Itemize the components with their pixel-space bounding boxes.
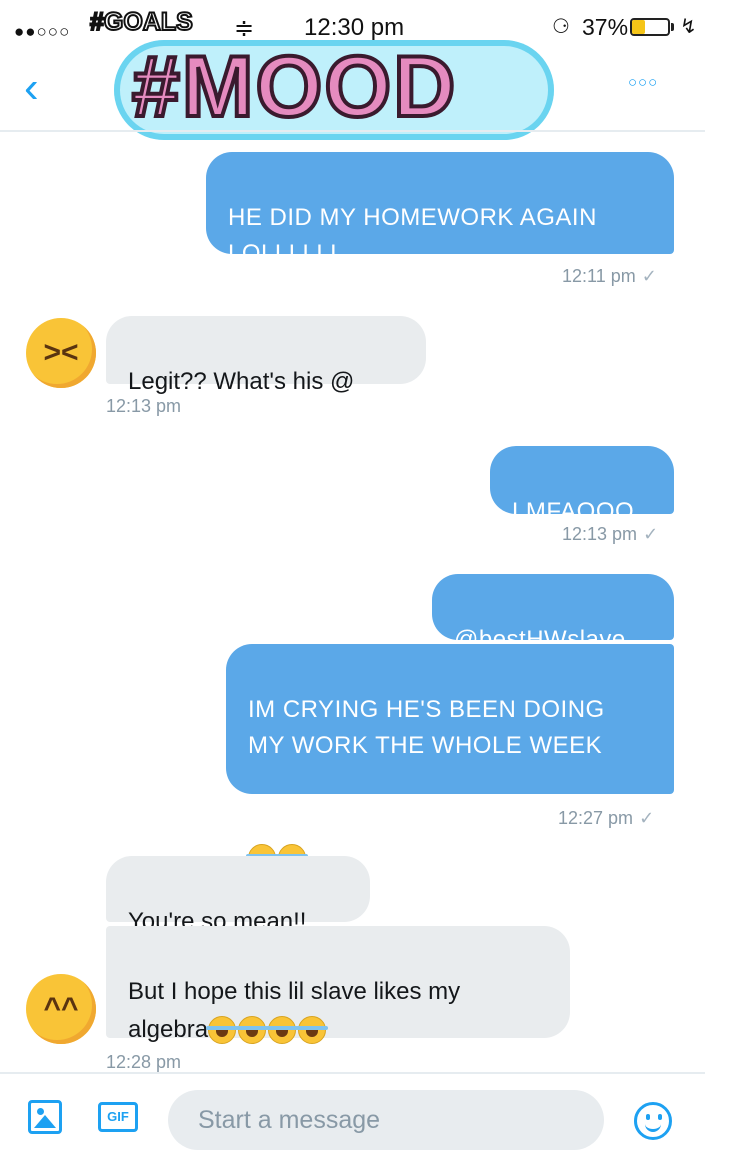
composer-divider bbox=[0, 1072, 705, 1074]
message-timestamp: 12:28 pm bbox=[106, 1052, 182, 1072]
charging-icon: ↯ bbox=[680, 16, 697, 38]
message-bubble-sent[interactable]: LMFAOOO bbox=[490, 446, 674, 525]
smile-icon[interactable] bbox=[634, 1102, 672, 1140]
message-bubble-sent[interactable]: HE DID MY HOMEWORK AGAIN LOLLLLLL bbox=[206, 152, 674, 267]
signal-strength: ●●○○○ bbox=[14, 22, 71, 41]
status-time: 12:30 pm bbox=[304, 14, 405, 41]
battery-percent: 37% bbox=[582, 14, 629, 40]
laughing-emoji-icon bbox=[206, 1016, 239, 1045]
message-text: IM CRYING HE'S BEEN DOING MY WORK THE WH… bbox=[248, 696, 605, 759]
smile-eye bbox=[646, 1114, 650, 1120]
smile-mouth bbox=[645, 1121, 661, 1132]
message-text: HE DID MY HOMEWORK AGAIN LOLLLLLL bbox=[228, 204, 597, 267]
battery-icon bbox=[630, 18, 670, 36]
avatar[interactable]: >< bbox=[26, 318, 96, 388]
message-timestamp: 12:13 pm ✓ bbox=[562, 524, 659, 544]
smile-eye bbox=[658, 1114, 662, 1120]
laughing-emoji-row bbox=[206, 1013, 329, 1045]
message-timestamp: 12:13 pm bbox=[106, 396, 182, 416]
battery-tip bbox=[671, 23, 674, 31]
message-timestamp: 12:11 pm ✓ bbox=[562, 266, 657, 286]
message-bubble-sent[interactable]: IM CRYING HE'S BEEN DOING MY WORK THE WH… bbox=[226, 644, 674, 873]
image-icon[interactable] bbox=[28, 1100, 62, 1134]
message-input[interactable] bbox=[168, 1090, 604, 1150]
message-bubble-received[interactable]: Legit?? What's his @ bbox=[106, 316, 426, 395]
battery-level bbox=[632, 20, 646, 34]
image-sun-shape bbox=[37, 1108, 44, 1115]
message-timestamp: 12:27 pm ✓ bbox=[558, 808, 655, 828]
message-bubble-sent[interactable]: @bestHWslave bbox=[432, 574, 674, 653]
read-check-icon: ✓ bbox=[641, 266, 657, 286]
laughing-emoji-icon bbox=[266, 1016, 299, 1045]
read-check-icon: ✓ bbox=[643, 524, 659, 544]
message-text: Legit?? What's his @ bbox=[128, 368, 355, 395]
carrier-name: #GOALS bbox=[89, 7, 194, 37]
sticker-text: #MOOD bbox=[130, 39, 458, 135]
rotation-lock-icon: ⚆ bbox=[552, 16, 570, 38]
read-check-icon: ✓ bbox=[639, 808, 655, 828]
conversation: HE DID MY HOMEWORK AGAIN LOLLLLLL 12:11 … bbox=[0, 132, 736, 1072]
avatar[interactable]: ^^ bbox=[26, 974, 96, 1044]
message-bubble-received[interactable]: You're so mean!! bbox=[106, 856, 370, 935]
laughing-emoji-icon bbox=[296, 1016, 329, 1045]
back-button[interactable]: ‹ bbox=[24, 66, 39, 110]
more-button[interactable]: ○○○ bbox=[628, 74, 658, 91]
image-mountain-shape bbox=[34, 1115, 56, 1128]
laughing-emoji-icon bbox=[236, 1016, 269, 1045]
yum-emoji-icon: ^^ bbox=[43, 992, 79, 1025]
message-text: LMFAOOO bbox=[512, 498, 635, 525]
gif-button[interactable]: GIF bbox=[98, 1102, 138, 1132]
message-bubble-received[interactable]: But I hope this lil slave likes my algeb… bbox=[106, 926, 570, 1045]
squinting-tongue-emoji-icon: >< bbox=[43, 336, 79, 369]
